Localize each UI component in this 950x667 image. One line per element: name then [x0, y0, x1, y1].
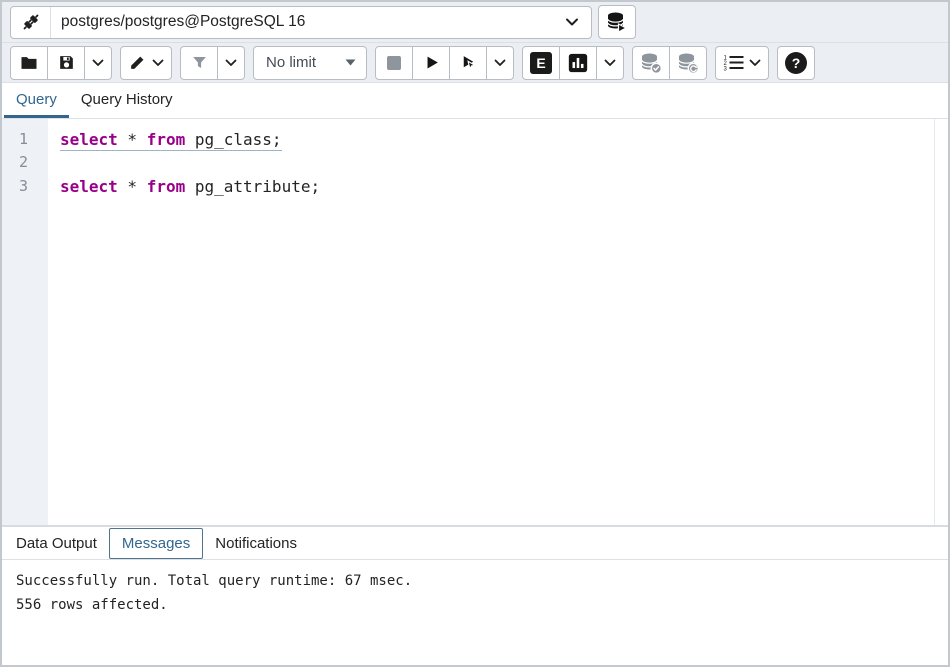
- execute-script-button[interactable]: [449, 46, 487, 80]
- explain-button[interactable]: E: [522, 46, 560, 80]
- new-connection-button[interactable]: [598, 5, 636, 39]
- query-tool-window: postgres/postgres@PostgreSQL 16: [0, 0, 950, 667]
- query-tabs: Query Query History: [2, 83, 948, 119]
- sql-editor[interactable]: 1 2 3 select * from pg_class; select * f…: [2, 119, 948, 525]
- filter-icon: [190, 53, 209, 72]
- commit-button[interactable]: [632, 46, 670, 80]
- messages-panel: Successfully run. Total query runtime: 6…: [2, 560, 948, 665]
- code-token: select: [60, 130, 118, 149]
- chevron-down-icon: [604, 59, 616, 67]
- database-new-icon: [606, 11, 628, 33]
- question-icon: ?: [785, 52, 807, 74]
- pencil-icon: [128, 53, 147, 72]
- toolbar: No limit: [2, 43, 948, 83]
- code-line: select * from pg_class;: [60, 128, 948, 151]
- code-token: from: [147, 130, 186, 149]
- execute-button-group: [375, 46, 514, 80]
- file-button-group: [10, 46, 112, 80]
- edit-menu-button[interactable]: [120, 46, 172, 80]
- tab-query-history[interactable]: Query History: [69, 83, 185, 118]
- code-token: pg_attribute;: [185, 177, 320, 196]
- stop-button[interactable]: [375, 46, 413, 80]
- bar-chart-icon: [567, 52, 589, 74]
- message-line: Successfully run. Total query runtime: 6…: [16, 569, 948, 593]
- connection-selector[interactable]: postgres/postgres@PostgreSQL 16: [10, 6, 592, 39]
- code-token: *: [118, 177, 147, 196]
- help-button[interactable]: ?: [777, 46, 815, 80]
- stop-icon: [387, 56, 401, 70]
- connection-value: postgres/postgres@PostgreSQL 16: [51, 13, 565, 31]
- chevron-down-icon: [494, 59, 506, 67]
- macros-menu-button[interactable]: 1 2 3: [715, 46, 769, 80]
- save-icon: [57, 53, 76, 72]
- chevron-down-icon: [749, 59, 761, 67]
- plug-connected-icon: [11, 7, 51, 38]
- code-token: select: [60, 177, 118, 196]
- code-line: select * from pg_attribute;: [60, 175, 948, 198]
- code-token: *: [118, 130, 147, 149]
- explain-e-icon: E: [530, 52, 552, 74]
- chevron-down-icon: [565, 18, 579, 27]
- output-tabs: Data Output Messages Notifications: [2, 527, 948, 560]
- filter-button[interactable]: [180, 46, 218, 80]
- code-token: pg_class;: [185, 130, 281, 149]
- save-menu-button[interactable]: [84, 46, 112, 80]
- open-file-button[interactable]: [10, 46, 48, 80]
- chevron-down-icon: [225, 59, 237, 67]
- tab-data-output[interactable]: Data Output: [4, 527, 109, 559]
- line-number-gutter: 1 2 3: [2, 119, 48, 525]
- filter-menu-button[interactable]: [217, 46, 245, 80]
- tab-messages[interactable]: Messages: [109, 528, 203, 559]
- code-area[interactable]: select * from pg_class; select * from pg…: [48, 119, 948, 525]
- explain-button-group: E: [522, 46, 624, 80]
- row-limit-select[interactable]: No limit: [253, 46, 367, 80]
- database-rollback-icon: [677, 52, 699, 74]
- caret-down-icon: [345, 59, 356, 66]
- execute-button[interactable]: [412, 46, 450, 80]
- play-cursor-icon: [459, 53, 478, 72]
- tab-notifications[interactable]: Notifications: [203, 527, 309, 559]
- database-commit-icon: [640, 52, 662, 74]
- transaction-button-group: [632, 46, 707, 80]
- line-number: 1: [2, 128, 28, 151]
- svg-text:3: 3: [724, 67, 728, 72]
- folder-icon: [19, 53, 39, 73]
- rollback-button[interactable]: [669, 46, 707, 80]
- row-limit-value: No limit: [266, 54, 316, 71]
- filter-button-group: [180, 46, 245, 80]
- chevron-down-icon: [92, 59, 104, 67]
- line-number: 3: [2, 175, 28, 198]
- connection-bar: postgres/postgres@PostgreSQL 16: [2, 2, 948, 43]
- line-number: 2: [2, 151, 28, 174]
- chevron-down-icon: [152, 59, 164, 67]
- message-line: 556 rows affected.: [16, 593, 948, 617]
- explain-menu-button[interactable]: [596, 46, 624, 80]
- macro-button-group: 1 2 3: [715, 46, 769, 80]
- numbered-list-icon: 1 2 3: [723, 54, 744, 71]
- play-icon: [422, 53, 441, 72]
- save-button[interactable]: [47, 46, 85, 80]
- editor-scrollbar-track[interactable]: [934, 119, 935, 525]
- explain-analyze-button[interactable]: [559, 46, 597, 80]
- tab-query[interactable]: Query: [4, 83, 69, 118]
- code-token: from: [147, 177, 186, 196]
- executed-query-underline: select * from pg_class;: [60, 130, 282, 151]
- execute-menu-button[interactable]: [486, 46, 514, 80]
- code-line: [60, 151, 948, 174]
- edit-button-group: [120, 46, 172, 80]
